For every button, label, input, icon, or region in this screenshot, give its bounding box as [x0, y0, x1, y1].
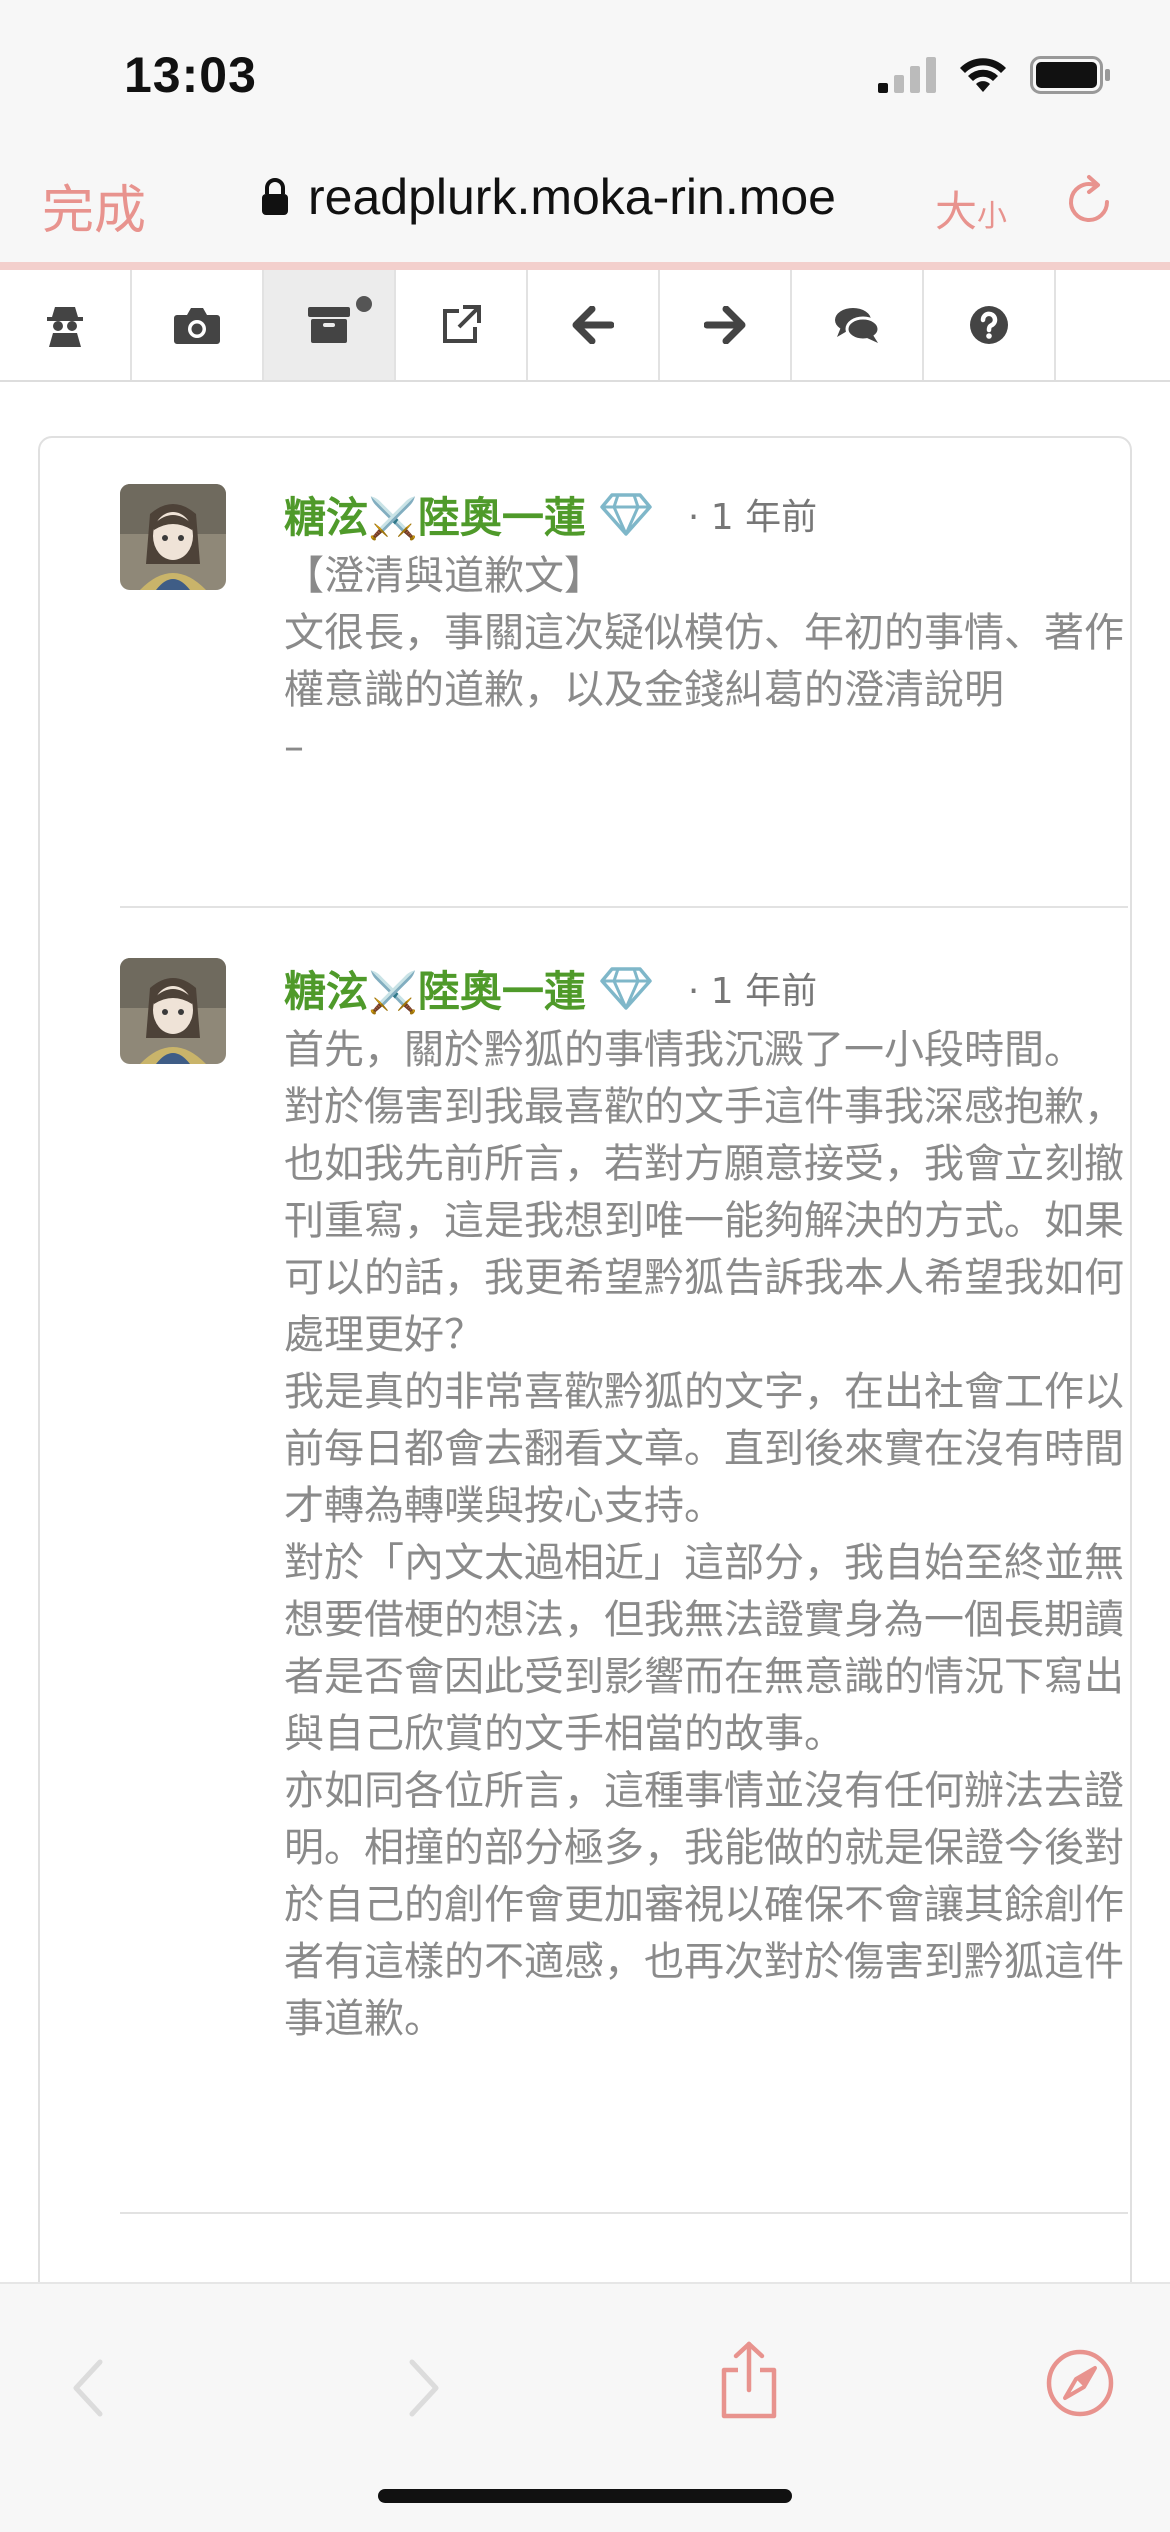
- share-icon: [721, 2341, 777, 2419]
- back-arrow-button[interactable]: [528, 270, 660, 380]
- archive-icon: [308, 307, 350, 343]
- post-content: 首先，關於黔狐的事情我沉澱了一小段時間。 對於傷害到我最喜歡的文手這件事我深感抱…: [284, 1027, 1124, 2042]
- chevron-right-icon: [409, 2359, 439, 2417]
- swords-icon: ⚔️: [368, 969, 418, 1016]
- post-header: 糖泫⚔️陸奧一蓮 · 1 年前: [284, 484, 817, 544]
- home-indicator[interactable]: [378, 2489, 792, 2503]
- status-bar: 13:03: [0, 0, 1170, 150]
- lock-icon: [262, 178, 288, 215]
- author-name-b: 陸奧一蓮: [417, 492, 586, 542]
- external-link-icon: [443, 305, 481, 343]
- battery-icon: [1030, 56, 1110, 94]
- arrow-right-icon: [704, 306, 746, 344]
- text-size-big-label: 大: [935, 187, 978, 236]
- author-name[interactable]: 糖泫⚔️陸奧一蓮: [284, 958, 586, 1019]
- post-divider: [120, 2212, 1128, 2214]
- accent-divider: [0, 262, 1170, 270]
- camera-button[interactable]: [132, 270, 264, 380]
- author-name-a: 糖泫: [284, 966, 369, 1016]
- done-button[interactable]: 完成: [42, 168, 146, 243]
- wifi-icon: [960, 58, 1006, 92]
- post-time[interactable]: · 1 年前: [688, 962, 817, 1014]
- diamond-icon: [600, 493, 652, 536]
- status-time: 13:03: [124, 47, 257, 103]
- post-content: 【澄清與道歉文】 文很長，事關這次疑似模仿、年初的事情、著作權意識的道歉，以及金…: [284, 553, 1124, 770]
- reload-icon: [1069, 175, 1110, 223]
- url-text: readplurk.moka-rin.moe: [308, 169, 836, 225]
- archive-button[interactable]: [264, 270, 396, 380]
- comments-button[interactable]: [792, 270, 924, 380]
- diamond-icon: [600, 967, 652, 1010]
- author-name-b: 陸奧一蓮: [417, 966, 586, 1016]
- spy-button[interactable]: [0, 270, 132, 380]
- author-name[interactable]: 糖泫⚔️陸奧一蓮: [284, 484, 586, 545]
- post-divider: [120, 906, 1128, 908]
- address-bar[interactable]: readplurk.moka-rin.moe: [260, 168, 836, 226]
- avatar[interactable]: [120, 484, 226, 590]
- post-header: 糖泫⚔️陸奧一蓮 · 1 年前: [284, 958, 817, 1018]
- text-size-small-label: 小: [977, 199, 1008, 234]
- forward-arrow-button[interactable]: [660, 270, 792, 380]
- external-link-button[interactable]: [396, 270, 528, 380]
- arrow-left-icon: [572, 306, 614, 344]
- author-name-a: 糖泫: [284, 492, 369, 542]
- camera-icon: [174, 308, 220, 344]
- compass-icon: [1046, 2349, 1114, 2417]
- status-icons: [878, 56, 1112, 94]
- spy-icon: [47, 307, 83, 347]
- help-icon: [970, 306, 1008, 344]
- post-time[interactable]: · 1 年前: [688, 488, 817, 540]
- avatar[interactable]: [120, 958, 226, 1064]
- browser-back-button[interactable]: [68, 2356, 108, 2424]
- browser-forward-button[interactable]: [404, 2356, 444, 2424]
- share-button[interactable]: [718, 2340, 780, 2424]
- signal-icon: [878, 57, 936, 93]
- reload-button[interactable]: [1063, 174, 1115, 234]
- toolbar: [0, 270, 1170, 382]
- open-in-safari-button[interactable]: [1045, 2348, 1115, 2422]
- text-size-button[interactable]: 大小: [935, 178, 1007, 239]
- help-button[interactable]: [924, 270, 1056, 380]
- chevron-left-icon: [73, 2359, 103, 2417]
- timeline-card: 糖泫⚔️陸奧一蓮 · 1 年前 【澄清與道歉文】 文很長，事關這次疑似模仿、年初…: [38, 436, 1132, 2436]
- plurk-post: 糖泫⚔️陸奧一蓮 · 1 年前 【澄清與道歉文】 文很長，事關這次疑似模仿、年初…: [120, 484, 1130, 784]
- comments-icon: [835, 308, 881, 343]
- notification-dot: [356, 296, 372, 312]
- plurk-response: 糖泫⚔️陸奧一蓮 · 1 年前 首先，關於黔狐的事情我沉澱了一小段時間。 對於傷…: [120, 958, 1130, 2198]
- swords-icon: ⚔️: [368, 495, 418, 542]
- browser-top-bar: 完成 readplurk.moka-rin.moe 大小: [0, 150, 1170, 262]
